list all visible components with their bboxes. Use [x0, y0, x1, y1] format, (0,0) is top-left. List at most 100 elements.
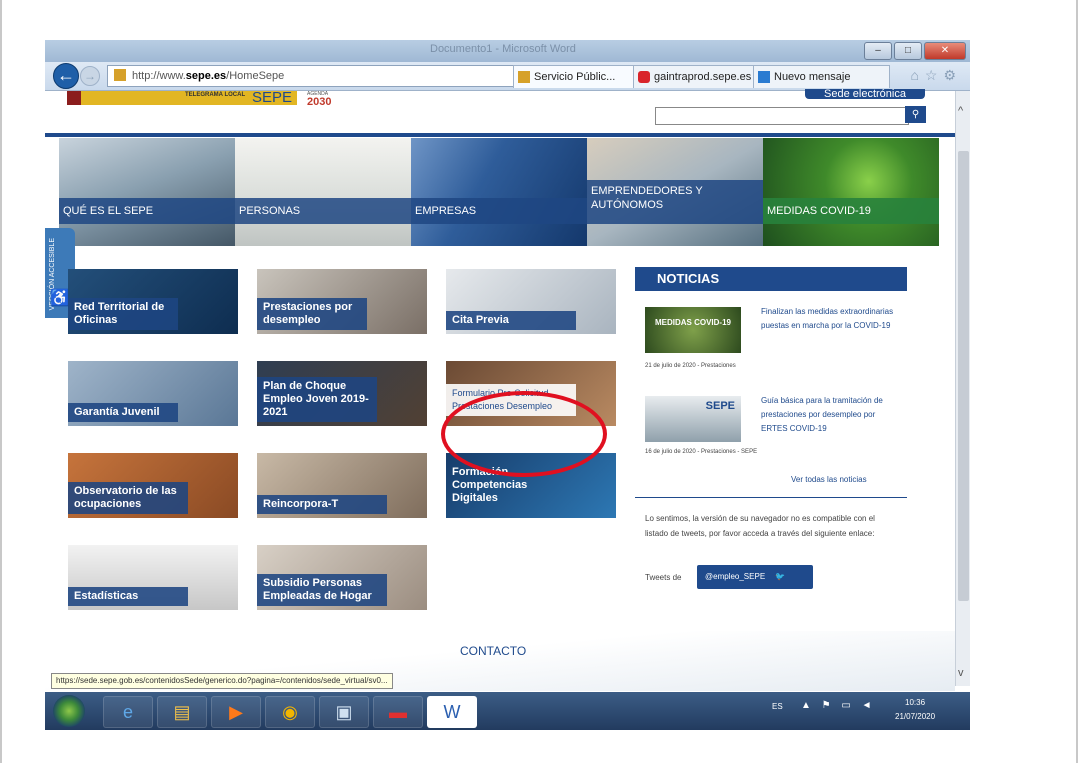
web-page: TELEGRAMA LOCAL SEPE AGENDA 2030 Sede el… — [45, 89, 955, 691]
news-divider — [635, 497, 907, 498]
chrome-icon[interactable]: ◉ — [265, 696, 315, 728]
file-explorer-icon[interactable]: ▤ — [157, 696, 207, 728]
tab-label: Nuevo mensaje — [774, 71, 851, 83]
vertical-scrollbar[interactable]: ^ v — [955, 91, 970, 686]
tile-subsidio-hogar[interactable]: Subsidio Personas Empleadas de Hogar — [257, 545, 427, 610]
tweets-label: Tweets de — [645, 573, 682, 582]
tab-nuevo-mensaje[interactable]: Nuevo mensaje — [753, 65, 890, 88]
ministry-text: TELEGRAMA LOCAL — [185, 92, 246, 98]
contacto-heading[interactable]: CONTACTO — [460, 644, 526, 658]
tab-gaintraprod[interactable]: gaintraprod.sepe.es — [633, 65, 770, 88]
tile-label: Observatorio de las ocupaciones — [68, 482, 188, 514]
address-url-prefix: http://www. — [132, 70, 186, 82]
news-date: 21 de julio de 2020 - Prestaciones — [645, 363, 736, 369]
tile-reincorpora-t[interactable]: Reincorpora-T — [257, 453, 427, 518]
search-input[interactable] — [655, 107, 909, 125]
sepe-favicon-icon — [518, 71, 530, 83]
tile-label: Reincorpora-T — [257, 495, 387, 514]
tile-label: Estadísticas — [68, 587, 188, 606]
mail-favicon-icon — [758, 71, 770, 83]
address-bar[interactable]: http://www.sepe.es/HomeSepe ⌕ ▾ ↻ — [107, 65, 549, 87]
banner-label: EMPRESAS — [411, 198, 587, 224]
banner-personas[interactable]: PERSONAS — [235, 138, 411, 246]
banner-que-es-sepe[interactable]: QUÉ ES EL SEPE — [59, 138, 235, 246]
tile-cita-previa[interactable]: Cita Previa — [446, 269, 616, 334]
news-image-covid[interactable]: MEDIDAS COVID-19 — [645, 307, 741, 353]
monitor-screen: Documento1 - Microsoft Word – □ ✕ ← → ht… — [45, 40, 970, 730]
banner-emprendedores[interactable]: EMPRENDEDORES Y AUTÓNOMOS — [587, 138, 763, 246]
agenda-2030-logo: 2030 — [307, 96, 332, 108]
sepe-logo[interactable]: SEPE — [252, 89, 292, 106]
search-icon[interactable]: ⚲ — [905, 106, 926, 123]
tile-red-territorial[interactable]: Red Territorial de Oficinas — [68, 269, 238, 334]
window-controls: – □ ✕ — [864, 42, 966, 60]
see-all-news-link[interactable]: Ver todas las noticias — [791, 475, 867, 484]
address-domain: sepe.es — [185, 70, 227, 82]
word-icon[interactable]: W — [427, 696, 477, 728]
photo-frame: Documento1 - Microsoft Word – □ ✕ ← → ht… — [0, 0, 1080, 763]
start-button[interactable] — [53, 695, 85, 727]
presentation-app-icon[interactable]: ▬ — [373, 696, 423, 728]
clock-time: 10:36 — [905, 698, 926, 707]
windows-taskbar: e ▤ ▶ ◉ ▣ ▬ W ES ▲ ⚑ ▭ ◄ 10:36 21/07/202… — [45, 692, 970, 730]
news-date: 16 de julio de 2020 - Prestaciones - SEP… — [645, 449, 758, 455]
banner-label: QUÉ ES EL SEPE — [59, 198, 235, 224]
twitter-bird-icon: 🐦 — [775, 572, 786, 581]
news-image-sepe[interactable]: SEPE — [645, 396, 741, 442]
media-player-icon[interactable]: ▶ — [211, 696, 261, 728]
news-title[interactable]: Guía básica para la tramitación de prest… — [761, 394, 901, 436]
scroll-thumb[interactable] — [958, 151, 969, 601]
banner-label: PERSONAS — [235, 198, 411, 224]
system-clock[interactable]: 10:36 21/07/2020 — [895, 696, 935, 724]
tile-plan-choque[interactable]: Plan de Choque Empleo Joven 2019-2021 — [257, 361, 427, 426]
twitter-unsupported-message: Lo sentimos, la versión de su navegador … — [645, 514, 875, 538]
internet-explorer-icon[interactable]: e — [103, 696, 153, 728]
tab-servicio-publico[interactable]: Servicio Públic... ✕ — [513, 65, 648, 88]
browser-navbar: ← → http://www.sepe.es/HomeSepe ⌕ ▾ ↻ Se… — [45, 62, 970, 91]
main-banner: QUÉ ES EL SEPE PERSONAS EMPRESAS EMPREND… — [59, 138, 939, 246]
scroll-down-icon[interactable]: v — [958, 667, 964, 679]
frame-edge-right — [1076, 0, 1078, 763]
system-tray-icons[interactable]: ▲ ⚑ ▭ ◄ — [801, 700, 876, 711]
tab-label: gaintraprod.sepe.es — [654, 71, 752, 83]
clock-date: 21/07/2020 — [895, 712, 936, 721]
banner-label: MEDIDAS COVID-19 — [763, 198, 939, 224]
tile-label: Subsidio Personas Empleadas de Hogar — [257, 574, 387, 606]
office-favicon-icon — [638, 71, 650, 83]
back-button[interactable]: ← — [53, 63, 79, 89]
status-bar-url: https://sede.sepe.gob.es/contenidosSede/… — [51, 673, 393, 689]
tile-garantia-juvenil[interactable]: Garantía Juvenil — [68, 361, 238, 426]
twitter-link-button[interactable]: @empleo_SEPE 🐦 — [697, 565, 813, 589]
home-star-gear-icons[interactable]: ⌂☆⚙ — [910, 67, 962, 84]
remote-desktop-icon[interactable]: ▣ — [319, 696, 369, 728]
banner-empresas[interactable]: EMPRESAS — [411, 138, 587, 246]
red-highlight-annotation — [441, 391, 607, 477]
window-titlebar: Documento1 - Microsoft Word – □ ✕ — [45, 40, 970, 62]
frame-edge-left — [0, 0, 2, 763]
window-title: Documento1 - Microsoft Word — [430, 43, 576, 55]
tile-label: Cita Previa — [446, 311, 576, 330]
minimize-button[interactable]: – — [864, 42, 892, 60]
tile-prestaciones-desempleo[interactable]: Prestaciones por desempleo — [257, 269, 427, 334]
banner-label: EMPRENDEDORES Y AUTÓNOMOS — [587, 180, 763, 224]
banner-medidas-covid[interactable]: MEDIDAS COVID-19 — [763, 138, 939, 246]
site-favicon-icon — [114, 69, 126, 81]
maximize-button[interactable]: □ — [894, 42, 922, 60]
scroll-up-icon[interactable]: ^ — [958, 105, 963, 117]
news-title[interactable]: Finalizan las medidas extraordinarias pu… — [761, 305, 901, 333]
forward-button[interactable]: → — [80, 66, 100, 86]
tile-label: Red Territorial de Oficinas — [68, 298, 178, 330]
header-divider — [45, 133, 955, 137]
twitter-handle: @empleo_SEPE — [705, 572, 766, 581]
tile-estadisticas[interactable]: Estadísticas — [68, 545, 238, 610]
noticias-heading: NOTICIAS — [635, 267, 907, 291]
tile-label: Prestaciones por desempleo — [257, 298, 367, 330]
tab-label: Servicio Públic... — [534, 71, 616, 83]
tile-label: Garantía Juvenil — [68, 403, 178, 422]
sede-electronica-button[interactable]: Sede electrónica — [805, 89, 925, 99]
address-path: /HomeSepe — [226, 70, 285, 82]
language-indicator[interactable]: ES — [772, 702, 783, 711]
tile-observatorio[interactable]: Observatorio de las ocupaciones — [68, 453, 238, 518]
tile-label: Plan de Choque Empleo Joven 2019-2021 — [257, 377, 377, 422]
close-button[interactable]: ✕ — [924, 42, 966, 60]
